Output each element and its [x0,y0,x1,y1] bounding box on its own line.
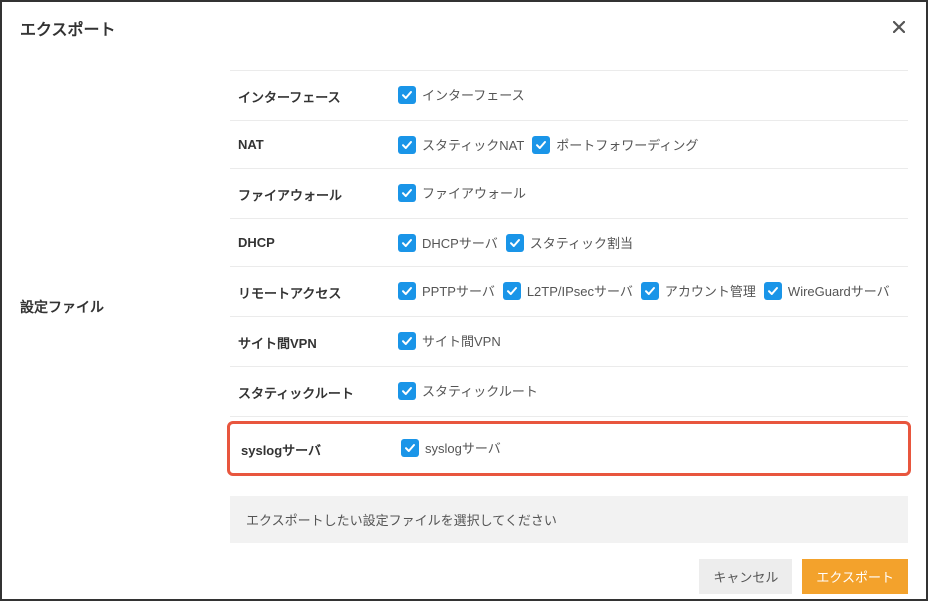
row-label: syslogサーバ [241,438,401,459]
checkbox-option[interactable]: WireGuardサーバ [764,281,890,300]
row-options: ファイアウォール [398,183,908,202]
check-icon [398,86,416,104]
dialog-title: エクスポート [20,16,116,40]
close-icon [893,21,905,36]
checkbox-label: アカウント管理 [665,281,756,300]
checkbox-option[interactable]: スタティックルート [398,381,538,400]
check-icon [532,136,550,154]
settings-row: インターフェース インターフェース [230,71,908,121]
check-icon [641,282,659,300]
row-label: サイト間VPN [238,331,398,352]
check-icon [398,234,416,252]
row-options: サイト間VPN [398,331,908,350]
settings-row: サイト間VPN サイト間VPN [230,317,908,367]
checkbox-option[interactable]: ファイアウォール [398,183,526,202]
checkbox-label: ファイアウォール [422,183,526,202]
export-button[interactable]: エクスポート [802,559,908,594]
checkbox-option[interactable]: サイト間VPN [398,331,501,350]
row-label: DHCP [238,233,398,250]
checkbox-option[interactable]: スタティックNAT [398,135,524,154]
settings-panel: インターフェース インターフェース NAT スタティックNAT ポートフォワーディングフ… [230,70,908,543]
row-options: syslogサーバ [401,438,908,457]
row-label: リモートアクセス [238,281,398,302]
checkbox-label: WireGuardサーバ [788,281,890,300]
row-options: DHCPサーバ スタティック割当 [398,233,908,252]
dialog-footer: キャンセル エクスポート [2,543,926,610]
check-icon [401,439,419,457]
checkbox-option[interactable]: インターフェース [398,85,525,104]
row-label: NAT [238,135,398,152]
checkbox-option[interactable]: PPTPサーバ [398,281,495,300]
check-icon [503,282,521,300]
checkbox-label: インターフェース [422,85,525,104]
settings-row: スタティックルート スタティックルート [230,367,908,417]
checkbox-label: スタティック割当 [530,233,633,252]
close-button[interactable] [890,19,908,37]
checkbox-label: スタティックルート [422,381,538,400]
row-options: スタティックルート [398,381,908,400]
row-options: インターフェース [398,85,908,104]
row-options: PPTPサーバ L2TP/IPsecサーバ アカウント管理 WireGuardサーバ [398,281,908,300]
checkbox-label: スタティックNAT [422,135,524,154]
settings-row: リモートアクセス PPTPサーバ L2TP/IPsecサーバ アカウント管理 WireG… [230,267,908,317]
hint-bar: エクスポートしたい設定ファイルを選択してください [230,496,908,543]
row-options: スタティックNAT ポートフォワーディング [398,135,908,154]
checkbox-option[interactable]: ポートフォワーディング [532,135,698,154]
checkbox-label: サイト間VPN [422,331,501,350]
left-label: 設定ファイル [20,70,230,543]
export-dialog: エクスポート 設定ファイル インターフェースインターフェースNATスタティックN… [0,0,928,601]
checkbox-label: ポートフォワーディング [556,135,698,154]
check-icon [764,282,782,300]
check-icon [398,282,416,300]
check-icon [506,234,524,252]
checkbox-option[interactable]: DHCPサーバ [398,233,498,252]
checkbox-option[interactable]: スタティック割当 [506,233,633,252]
settings-row: ファイアウォール ファイアウォール [230,169,908,219]
row-label: スタティックルート [238,381,398,402]
check-icon [398,136,416,154]
check-icon [398,332,416,350]
row-label: インターフェース [238,85,398,106]
checkbox-label: syslogサーバ [425,438,501,457]
checkbox-label: PPTPサーバ [422,281,495,300]
rows-container: インターフェース インターフェース NAT スタティックNAT ポートフォワーディングフ… [230,70,908,476]
check-icon [398,184,416,202]
cancel-button[interactable]: キャンセル [699,559,792,594]
checkbox-label: L2TP/IPsecサーバ [527,281,633,300]
settings-row: DHCP DHCPサーバ スタティック割当 [230,219,908,267]
checkbox-option[interactable]: syslogサーバ [401,438,501,457]
settings-row: NAT スタティックNAT ポートフォワーディング [230,121,908,169]
check-icon [398,382,416,400]
checkbox-label: DHCPサーバ [422,233,498,252]
row-label: ファイアウォール [238,183,398,204]
settings-row: syslogサーバ syslogサーバ [227,421,911,476]
dialog-header: エクスポート [2,2,926,50]
checkbox-option[interactable]: L2TP/IPsecサーバ [503,281,633,300]
dialog-body: 設定ファイル インターフェース インターフェース NAT スタティックNAT ポートフォ… [2,50,926,543]
checkbox-option[interactable]: アカウント管理 [641,281,756,300]
